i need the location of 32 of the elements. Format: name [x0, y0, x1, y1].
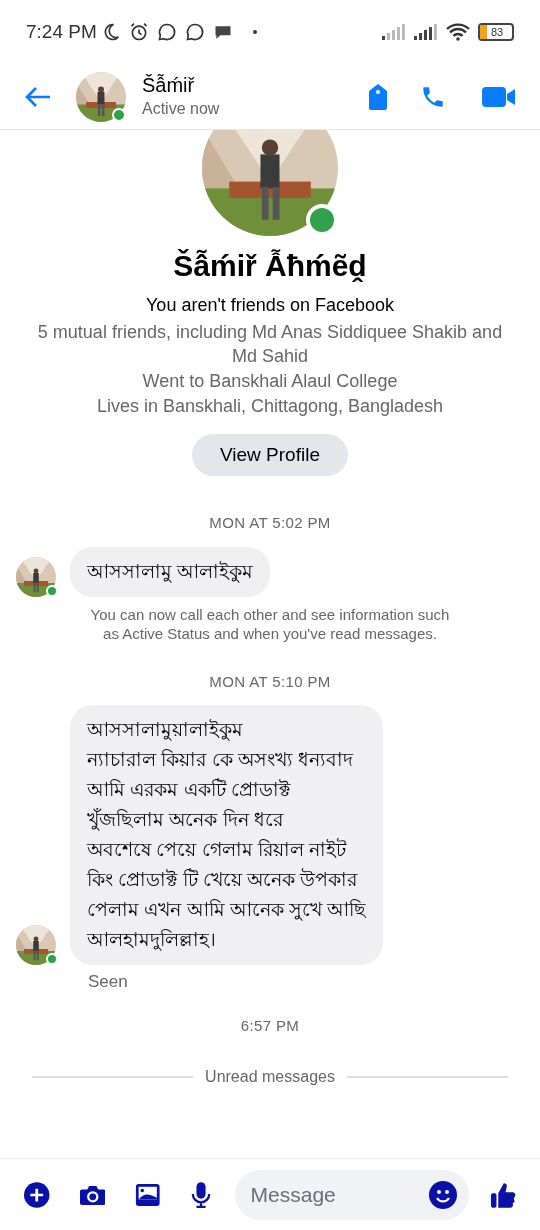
tag-icon[interactable]	[366, 82, 390, 111]
status-time: 7:24 PM	[26, 19, 97, 44]
add-icon[interactable]	[24, 1180, 50, 1209]
video-camera-icon[interactable]	[482, 85, 516, 108]
view-profile-button[interactable]: View Profile	[192, 434, 348, 476]
friendship-status: You aren't friends on Facebook	[146, 294, 394, 317]
image-icon[interactable]	[135, 1181, 161, 1208]
contact-name: Šẫḿiř	[142, 72, 196, 97]
microphone-icon[interactable]	[190, 1180, 211, 1209]
timestamp: 6:57 PM	[240, 1015, 300, 1036]
profile-detail: Went to Banskhali Alaul College	[142, 370, 398, 393]
wifi-icon	[446, 23, 470, 41]
seen-receipt: Seen	[87, 971, 129, 993]
alarm-icon	[128, 22, 149, 42]
active-status: Active now	[142, 98, 220, 119]
profile-detail: Lives in Banskhali, Chittagong, Bangladesh	[96, 395, 444, 418]
profile-detail: 5 mutual friends, including Md Anas Siddiquee Shakib and Md Sahid	[36, 321, 504, 368]
timestamp: MON AT 5:02 PM	[209, 513, 331, 533]
info-notice: You can now call each other and see information such as Active Status and when you've read messages.	[90, 604, 450, 643]
battery-icon: 83	[478, 23, 514, 41]
emoji-icon[interactable]	[428, 1180, 457, 1209]
chat-icon	[156, 22, 177, 42]
message-bubble: আসসালামুয়ালাইকুম ন্যাচারাল কিয়ার কে অসংখ্য ধন্যবাদ আমি এরকম একটি প্রোডাক্ট খুঁজছিলাম অনেক দিন ধরে অবশেষে পেয়ে গেলাম রিয়াল নাইট কিং প্রোডাক্ট টি খেয়ে অনেক উপকার পেলাম এখন আমি আনেক সুখে আছি আলহামদুলিল্লাহ।	[70, 705, 384, 965]
signal-icon	[414, 24, 438, 40]
message-bubble: আসসালামু আলাইকুম	[70, 546, 271, 597]
profile-name: Šẫḿiř Ẫħḿẽḓ	[173, 248, 367, 284]
unread-divider-label: Unread messages	[205, 1067, 335, 1087]
chat-icon	[184, 22, 205, 42]
message-field[interactable]: Message	[234, 1169, 469, 1220]
signal-icon	[382, 24, 406, 40]
back-arrow-icon[interactable]	[24, 84, 52, 109]
timestamp: MON AT 5:10 PM	[209, 671, 331, 692]
